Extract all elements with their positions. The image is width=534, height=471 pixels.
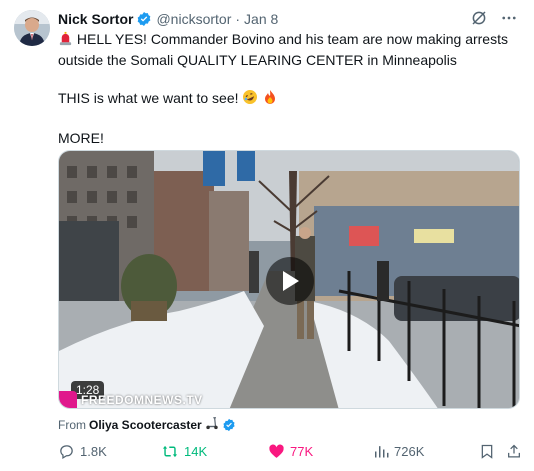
bookmark-button[interactable] <box>479 443 495 460</box>
reply-count: 1.8K <box>80 444 107 459</box>
tweet-line-1: HELL YES! Commander Bovino and his team … <box>58 30 520 70</box>
watermark-logo <box>59 391 77 408</box>
video-player[interactable]: 1:28 FREEDOMNEWS.TV <box>58 150 520 409</box>
repost-button[interactable]: 14K <box>161 443 207 460</box>
tweet-line-2-text: THIS is what we want to see! <box>58 90 239 106</box>
share-button[interactable] <box>506 443 522 460</box>
more-options-icon[interactable] <box>500 9 518 30</box>
source-name[interactable]: Oliya Scootercaster <box>89 418 202 432</box>
fire-emoji-icon <box>262 89 278 110</box>
siren-icon <box>58 31 73 51</box>
play-icon <box>283 271 299 291</box>
repost-icon <box>162 445 178 458</box>
play-button[interactable] <box>266 257 314 305</box>
tweet-body: HELL YES! Commander Bovino and his team … <box>58 30 520 148</box>
author-avatar[interactable] <box>14 10 50 46</box>
verified-badge-icon <box>136 11 152 27</box>
views-button[interactable]: 726K <box>373 443 424 460</box>
tweet-line-3: MORE! <box>58 130 104 146</box>
reply-button[interactable]: 1.8K <box>58 443 107 460</box>
grok-icon[interactable] <box>470 9 488 30</box>
author-handle[interactable]: @nicksortor <box>156 11 231 27</box>
share-icon <box>508 444 520 458</box>
like-button[interactable]: 77K <box>268 443 313 460</box>
tweet-actions: 1.8K 14K 77K 726K <box>58 443 520 463</box>
author-name[interactable]: Nick Sortor <box>58 11 133 27</box>
repost-count: 14K <box>184 444 208 459</box>
like-count: 77K <box>290 444 314 459</box>
reply-icon <box>60 445 73 460</box>
tweet-line-2: THIS is what we want to see! <box>58 89 520 110</box>
header-separator: · <box>235 11 241 27</box>
heart-icon <box>269 444 284 458</box>
tweet-date[interactable]: Jan 8 <box>244 11 278 27</box>
rofl-emoji-icon <box>242 89 258 110</box>
scooter-emoji-icon <box>205 416 219 433</box>
views-icon <box>375 446 389 458</box>
views-count: 726K <box>394 444 425 459</box>
source-verified-badge-icon <box>222 418 236 432</box>
video-source: From Oliya Scootercaster <box>58 416 236 433</box>
tweet-header: Nick Sortor @nicksortor · Jan 8 <box>58 10 518 28</box>
tweet-line-1-text: HELL YES! Commander Bovino and his team … <box>58 31 508 68</box>
bookmark-icon <box>481 444 493 459</box>
source-prefix: From <box>58 417 86 432</box>
watermark-text: FREEDOMNEWS.TV <box>81 393 203 407</box>
video-watermark: FREEDOMNEWS.TV <box>59 391 203 408</box>
